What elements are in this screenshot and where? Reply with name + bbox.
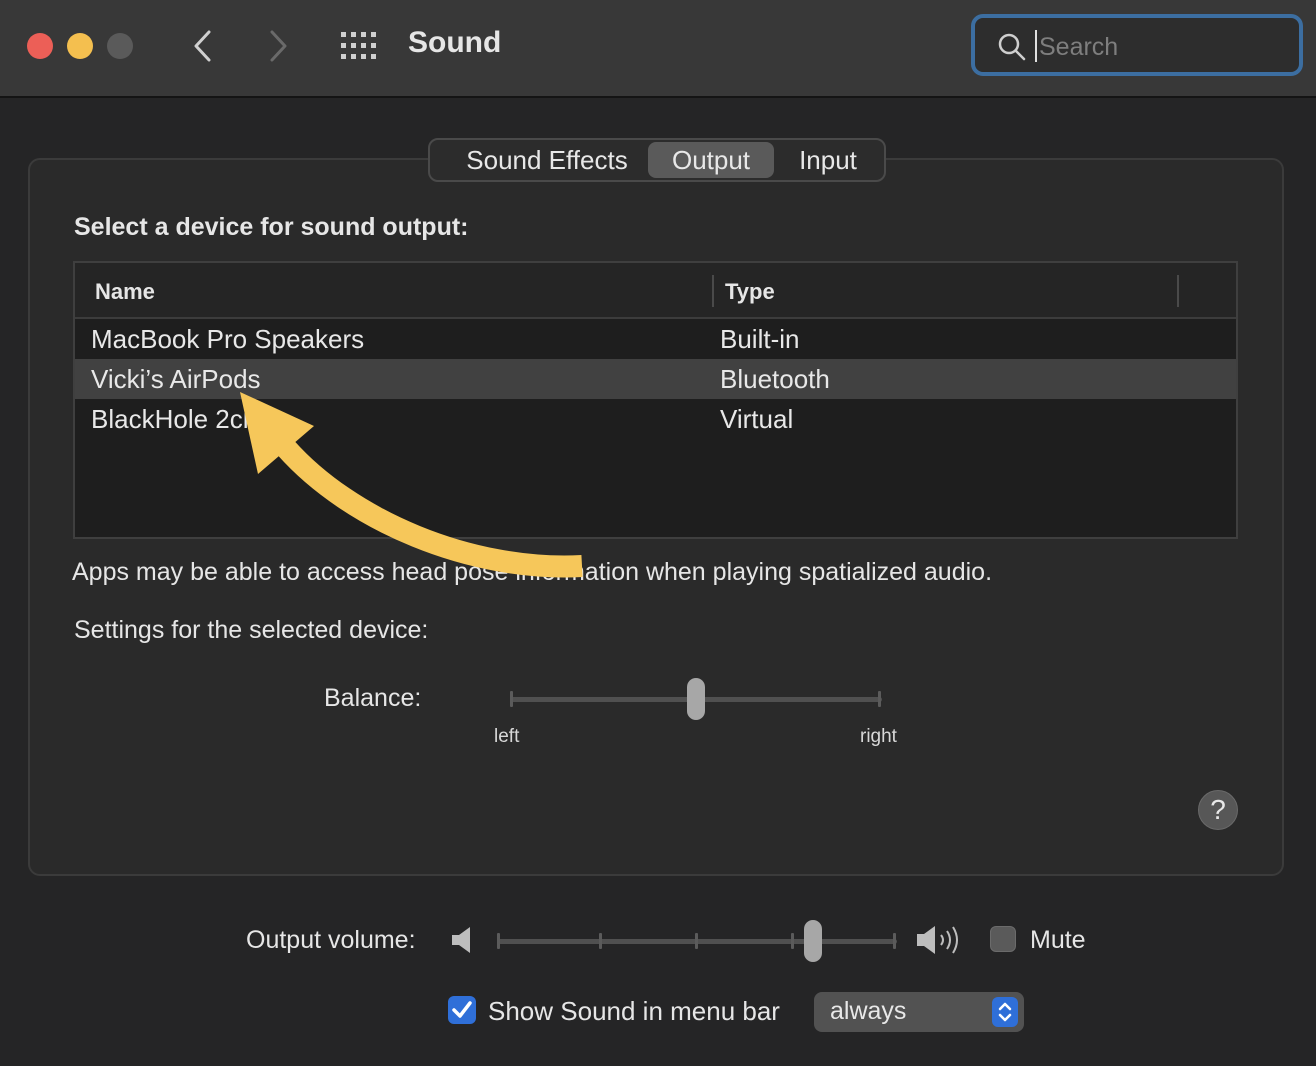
balance-left-label: left: [494, 726, 520, 747]
zoom-window-button[interactable]: [107, 33, 133, 59]
segmented-tabs: Sound Effects Output Input: [428, 138, 886, 182]
output-volume-slider[interactable]: [497, 920, 897, 962]
slider-tick: [497, 933, 500, 949]
device-name: BlackHole 2ch: [91, 404, 258, 434]
show-all-button[interactable]: [340, 31, 380, 61]
slider-tick: [878, 691, 881, 707]
balance-slider[interactable]: [510, 678, 882, 720]
column-divider[interactable]: [712, 275, 714, 307]
close-window-button[interactable]: [27, 33, 53, 59]
balance-label: Balance:: [324, 684, 422, 712]
show-in-menubar-label[interactable]: Show Sound in menu bar: [488, 996, 780, 1027]
search-field[interactable]: [971, 14, 1303, 76]
column-header-type[interactable]: Type: [725, 279, 775, 305]
forward-button[interactable]: [258, 26, 298, 66]
spatial-audio-note: Apps may be able to access head pose inf…: [72, 558, 993, 586]
balance-slider-thumb[interactable]: [687, 678, 705, 720]
device-type: Built-in: [720, 324, 800, 354]
device-name: Vicki’s AirPods: [91, 364, 261, 394]
tab-input[interactable]: Input: [780, 142, 876, 178]
output-volume-thumb[interactable]: [804, 920, 822, 962]
speaker-low-icon: [452, 927, 470, 953]
table-row-selected[interactable]: Vicki’s AirPods Bluetooth: [75, 359, 1236, 399]
grid-icon: [341, 32, 376, 59]
table-row[interactable]: BlackHole 2ch Virtual: [75, 399, 1236, 439]
device-settings-label: Settings for the selected device:: [74, 616, 429, 644]
device-type: Virtual: [720, 404, 794, 434]
chevron-up-down-icon: [998, 1002, 1012, 1022]
search-icon: [998, 33, 1026, 61]
window-title: Sound: [408, 26, 502, 59]
menubar-visibility-popup[interactable]: always: [814, 992, 1024, 1032]
balance-right-label: right: [860, 726, 897, 747]
chevron-left-icon: [194, 30, 211, 62]
column-header-name[interactable]: Name: [95, 279, 155, 305]
speaker-high-icon: [917, 926, 958, 954]
show-in-menubar-checkbox[interactable]: [448, 996, 476, 1024]
tab-sound-effects[interactable]: Sound Effects: [442, 142, 652, 178]
slider-tick: [791, 933, 794, 949]
checkmark-icon: [452, 1001, 472, 1018]
popup-selected-value: always: [830, 997, 907, 1025]
popup-stepper: [992, 997, 1018, 1027]
help-button[interactable]: ?: [1198, 790, 1238, 830]
device-name: MacBook Pro Speakers: [91, 324, 365, 354]
output-volume-label: Output volume:: [246, 926, 416, 954]
output-heading: Select a device for sound output:: [74, 213, 469, 241]
back-button[interactable]: [184, 26, 224, 66]
slider-tick: [695, 933, 698, 949]
minimize-window-button[interactable]: [67, 33, 93, 59]
mute-label[interactable]: Mute: [1030, 926, 1086, 955]
device-type: Bluetooth: [720, 364, 830, 394]
title-bar: Sound: [0, 0, 1316, 98]
device-table[interactable]: Name Type MacBook Pro Speakers Built-in …: [73, 261, 1238, 539]
tab-output[interactable]: Output: [648, 142, 774, 178]
mute-checkbox[interactable]: [990, 926, 1016, 952]
search-input[interactable]: [1037, 26, 1281, 68]
slider-tick: [893, 933, 896, 949]
table-header: Name Type: [75, 263, 1236, 319]
column-divider[interactable]: [1177, 275, 1179, 307]
slider-tick: [510, 691, 513, 707]
chevron-right-icon: [270, 30, 287, 62]
slider-tick: [599, 933, 602, 949]
table-row[interactable]: MacBook Pro Speakers Built-in: [75, 319, 1236, 359]
